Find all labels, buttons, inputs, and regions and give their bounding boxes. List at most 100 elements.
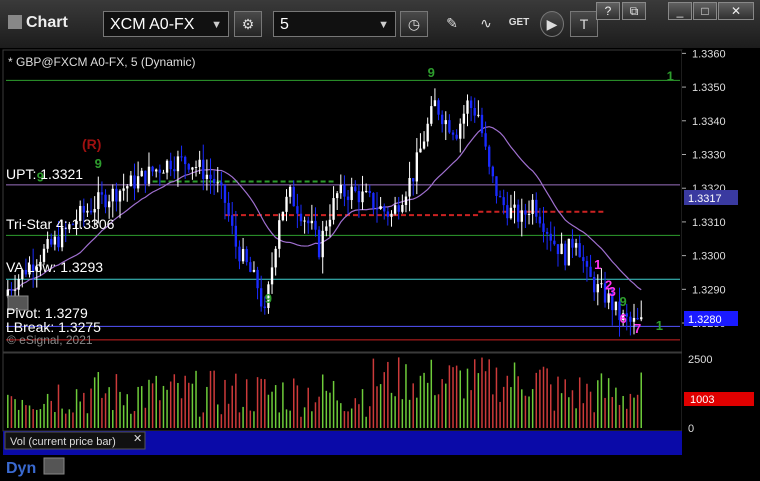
candle-body xyxy=(6,289,9,297)
candle-body xyxy=(386,211,390,217)
pencil-icon[interactable]: ✎ xyxy=(438,11,466,37)
candle-body xyxy=(17,278,20,290)
sequence-label: 7 xyxy=(634,321,641,336)
chevron-down-icon[interactable]: ▼ xyxy=(378,12,389,38)
candle-body xyxy=(506,205,509,219)
candle-body xyxy=(169,160,172,170)
candle-body xyxy=(531,199,534,214)
candle-body xyxy=(614,301,618,311)
candle-body xyxy=(354,186,357,192)
clock-icon[interactable]: ◷ xyxy=(400,11,428,37)
y-tick-label: 1.3290 xyxy=(692,284,726,296)
candle-body xyxy=(502,197,505,206)
help-icon[interactable]: ? xyxy=(596,2,620,20)
candle-body xyxy=(281,211,285,221)
current-price-value: 1.3317 xyxy=(688,193,722,205)
text-tool-icon[interactable]: T xyxy=(570,11,598,37)
candle-body xyxy=(535,199,538,217)
candle-body xyxy=(220,182,223,186)
candle-body xyxy=(564,243,567,266)
get-data-icon[interactable]: GET xyxy=(505,11,533,37)
candle-body xyxy=(223,185,227,203)
interval-combo[interactable]: 5 ▼ xyxy=(273,11,396,37)
candle-body xyxy=(567,238,571,266)
close-icon[interactable]: ✕ xyxy=(718,2,754,20)
vol-label: Vol (current price bar) xyxy=(10,436,116,448)
candle-body xyxy=(422,141,426,149)
link-icon[interactable]: ⧉ xyxy=(622,2,646,20)
candle-body xyxy=(393,205,397,214)
candle-body xyxy=(430,106,433,124)
candle-body xyxy=(133,175,136,189)
candle-body xyxy=(314,220,317,230)
candle-body xyxy=(325,226,328,231)
chevron-down-icon[interactable]: ▼ xyxy=(211,12,222,38)
candle-body xyxy=(288,186,292,197)
candle-body xyxy=(383,206,386,212)
candle-body xyxy=(600,283,603,285)
candle-body xyxy=(560,243,563,255)
candle-body xyxy=(216,182,219,184)
candle-body xyxy=(462,113,466,124)
play-icon[interactable]: ▶ xyxy=(540,11,564,37)
chart-area[interactable]: 9999123967 11 1.33601.33501.33401.33301.3… xyxy=(0,48,760,481)
candle-body xyxy=(296,206,299,214)
candle-body xyxy=(589,266,592,277)
candle-body xyxy=(448,120,451,133)
candle-body xyxy=(339,184,342,194)
sequence-label: 1 xyxy=(656,318,663,333)
candle-body xyxy=(111,188,114,202)
y-tick-label: 1.3300 xyxy=(692,251,726,263)
vol-last-value: 1003 xyxy=(690,394,714,406)
vol-close-icon[interactable]: ✕ xyxy=(133,433,142,445)
candle-body xyxy=(516,204,520,222)
candle-body xyxy=(495,176,498,196)
candle-body xyxy=(582,257,585,262)
candle-body xyxy=(513,204,516,208)
candle-body xyxy=(640,317,643,320)
candle-body xyxy=(252,269,256,272)
candle-body xyxy=(437,100,440,115)
candle-body xyxy=(147,166,151,184)
dyn-toggle-icon[interactable] xyxy=(43,457,65,475)
candle-body xyxy=(270,267,274,285)
minimize-icon[interactable]: _ xyxy=(668,2,692,20)
candle-body xyxy=(375,208,379,210)
candle-body xyxy=(433,100,437,107)
candle-body xyxy=(321,230,324,258)
candle-body xyxy=(459,123,462,139)
candle-body xyxy=(155,169,158,172)
candle-body xyxy=(401,204,404,212)
y-tick-label: 1.3360 xyxy=(692,48,726,60)
candle-body xyxy=(578,243,581,258)
candle-body xyxy=(527,213,531,215)
candle-body xyxy=(140,170,143,177)
candle-body xyxy=(278,220,281,249)
candle-body xyxy=(209,174,212,179)
maximize-icon[interactable]: □ xyxy=(693,2,717,20)
candle-body xyxy=(328,219,332,227)
symbol-combo[interactable]: XCM A0-FX ▼ xyxy=(103,11,229,37)
candle-body xyxy=(194,166,198,168)
candle-body xyxy=(263,306,266,309)
candle-body xyxy=(538,216,542,224)
candle-body xyxy=(151,166,154,172)
candle-body xyxy=(520,210,523,222)
symbol-value: XCM A0-FX xyxy=(110,16,195,33)
study-icon[interactable]: ∿ xyxy=(472,11,500,37)
candle-body xyxy=(553,240,556,245)
candle-body xyxy=(136,176,140,189)
chart-header: * GBP@FXCM A0-FX, 5 (Dynamic) xyxy=(8,55,196,69)
settings-gear-icon[interactable]: ⚙ xyxy=(234,11,262,37)
candle-body xyxy=(357,191,361,203)
candle-body xyxy=(419,148,422,153)
candle-body xyxy=(484,133,487,147)
candle-body xyxy=(343,184,346,197)
candle-body xyxy=(408,178,411,197)
candle-body xyxy=(361,191,364,203)
sequence-label: 9 xyxy=(95,156,102,171)
candle-body xyxy=(488,146,491,167)
candle-body xyxy=(480,114,484,134)
copyright-label: © eSignal, 2021 xyxy=(7,333,93,347)
candle-body xyxy=(118,190,122,202)
